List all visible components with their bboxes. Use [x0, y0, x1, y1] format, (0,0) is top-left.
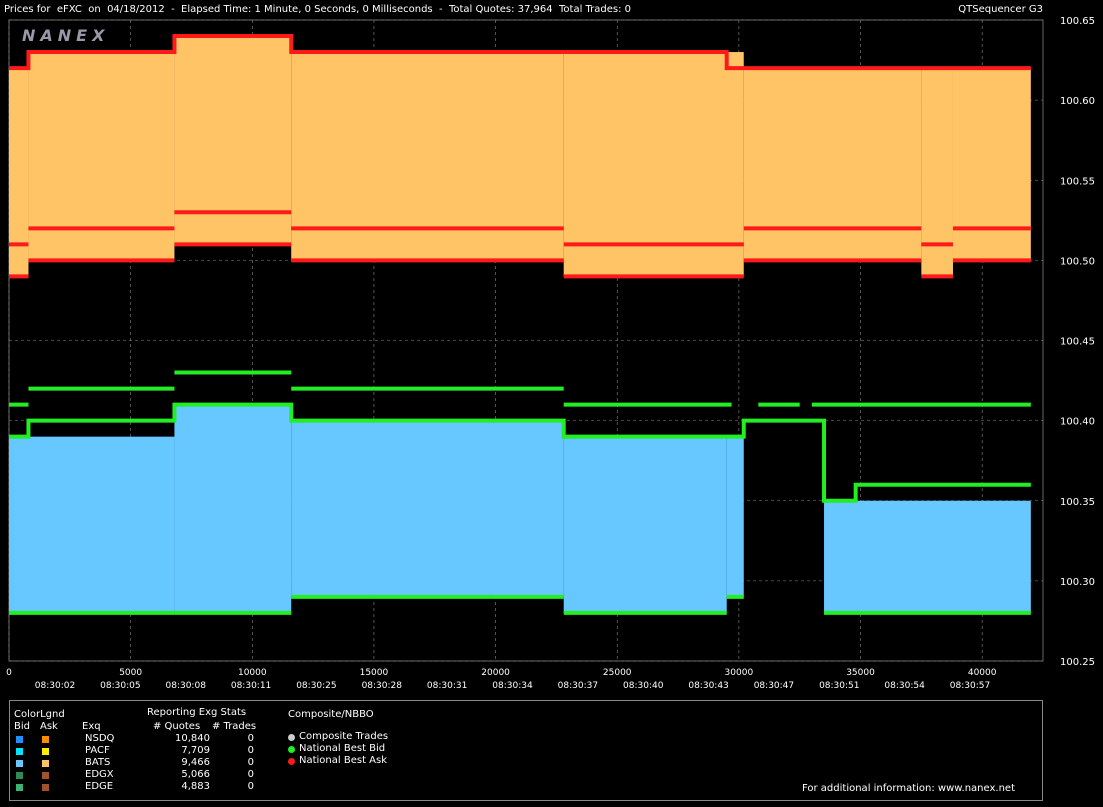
time-label: 08:30:05	[100, 681, 140, 691]
legend-composite-title: Composite/NBBO	[288, 709, 374, 720]
x-tick-label: 5000	[119, 668, 142, 678]
ask-fill	[743, 68, 922, 261]
best-bid-dot	[288, 746, 295, 753]
exchange-name: EDGX	[85, 769, 114, 780]
y-tick-label: 100.50	[1060, 256, 1095, 267]
legend-exq-header: Exq	[82, 721, 101, 732]
quote-count: 7,709	[181, 745, 210, 756]
x-tick-label: 25000	[603, 668, 632, 678]
quote-count: 9,466	[181, 757, 210, 768]
y-tick-label: 100.65	[1060, 16, 1095, 27]
trade-count: 0	[247, 769, 254, 780]
trade-count: 0	[247, 757, 254, 768]
trade-count: 0	[247, 781, 254, 792]
exchange-name: EDGE	[85, 781, 114, 792]
x-tick-label: 40000	[968, 668, 997, 678]
y-tick-label: 100.45	[1060, 337, 1095, 348]
legend-footer: For additional information: www.nanex.ne…	[802, 783, 1015, 794]
bid-fill	[726, 436, 744, 597]
price-chart: 100.25 100.30 100.35 100.40 100.45 100.50 100.…	[6, 16, 1095, 691]
bid-fill	[9, 436, 175, 613]
y-tick-label: 100.60	[1060, 96, 1095, 107]
bid-fill	[563, 436, 727, 613]
time-label: 08:30:31	[427, 681, 467, 691]
quote-count: 10,840	[175, 733, 210, 744]
ask-swatch	[42, 760, 49, 767]
legend-quotes-header: # Quotes	[153, 721, 201, 732]
time-label: 08:30:43	[688, 681, 728, 691]
bid-swatch	[16, 772, 23, 779]
best-ask-dot	[288, 758, 295, 765]
legend-best-bid: National Best Bid	[299, 743, 386, 754]
ask-swatch	[42, 736, 49, 743]
legend-ask-header: Ask	[40, 721, 58, 732]
time-label: 08:30:40	[623, 681, 664, 691]
x-tick-label: 0	[6, 668, 12, 678]
y-tick-label: 100.40	[1060, 417, 1095, 428]
bid-swatch	[16, 736, 23, 743]
y-tick-label: 100.25	[1060, 657, 1095, 668]
composite-trades-dot	[288, 734, 295, 741]
bid-fill	[291, 420, 564, 597]
time-label: 08:30:51	[819, 681, 859, 691]
y-tick-label: 100.55	[1060, 176, 1095, 187]
quote-count: 4,883	[181, 781, 210, 792]
quote-count: 5,066	[181, 769, 210, 780]
legend-stats-title: Reporting Exg Stats	[147, 707, 247, 718]
trade-count: 0	[247, 733, 254, 744]
y-tick-label: 100.30	[1060, 577, 1095, 588]
x-tick-label: 35000	[846, 668, 875, 678]
exchange-name: NSDQ	[85, 733, 115, 744]
bid-fill	[174, 404, 292, 613]
exchange-name: PACF	[85, 745, 110, 756]
time-label: 08:30:25	[296, 681, 336, 691]
legend-composite-trades: Composite Trades	[299, 731, 389, 742]
x-tick-label: 10000	[238, 668, 267, 678]
time-label: 08:30:47	[754, 681, 794, 691]
ask-swatch	[42, 784, 49, 791]
legend-bid-header: Bid	[14, 721, 30, 732]
bid-swatch	[16, 748, 23, 755]
legend-panel: ColorLgnd Bid Ask Exq Reporting Exg Stat…	[9, 700, 1043, 801]
x-tick-label: 20000	[481, 668, 510, 678]
legend-best-ask: National Best Ask	[299, 755, 388, 766]
logo: NANEX	[22, 26, 109, 45]
time-label: 08:30:54	[884, 681, 925, 691]
x-tick-label: 15000	[360, 668, 389, 678]
time-label: 08:30:28	[362, 681, 403, 691]
bid-swatch	[16, 760, 23, 767]
time-label: 08:30:37	[558, 681, 598, 691]
time-label: 08:30:08	[166, 681, 207, 691]
time-label: 08:30:57	[950, 681, 990, 691]
exchange-name: BATS	[85, 757, 111, 768]
time-label: 08:30:11	[231, 681, 271, 691]
trade-count: 0	[247, 745, 254, 756]
ask-swatch	[42, 772, 49, 779]
ask-fill	[952, 68, 1031, 261]
y-tick-label: 100.35	[1060, 497, 1095, 508]
time-label: 08:30:34	[492, 681, 533, 691]
legend-color-title: ColorLgnd	[14, 709, 65, 720]
time-label: 08:30:02	[35, 681, 75, 691]
bid-fill	[824, 500, 1031, 613]
x-tick-label: 30000	[725, 668, 754, 678]
legend-trades-header: # Trades	[212, 721, 257, 732]
bid-swatch	[16, 784, 23, 791]
ask-swatch	[42, 748, 49, 755]
